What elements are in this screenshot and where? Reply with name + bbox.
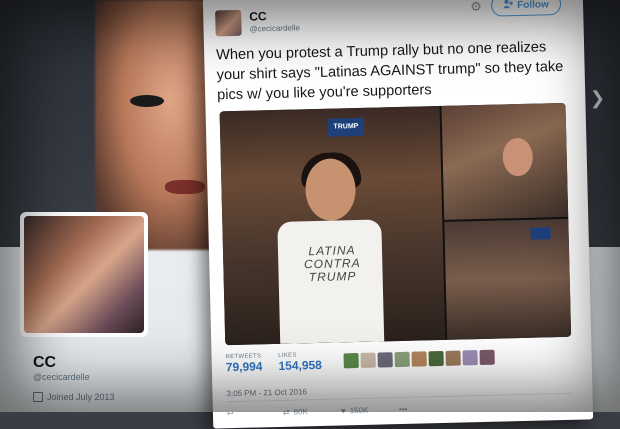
liker-avatar[interactable] xyxy=(445,350,461,366)
reply-button[interactable]: ↩ xyxy=(227,408,283,418)
tweet-photo-3[interactable] xyxy=(444,218,572,340)
liker-avatar[interactable] xyxy=(394,351,410,368)
liker-avatar[interactable] xyxy=(462,350,478,366)
tweet-avatar[interactable] xyxy=(215,9,242,37)
liker-avatar[interactable] xyxy=(411,351,427,367)
liker-avatar[interactable] xyxy=(479,349,495,366)
tweet-stats: RETWEETS 79,994 LIKES 154,958 xyxy=(225,352,322,375)
chevron-right-icon[interactable]: ❯ xyxy=(590,88,605,109)
add-user-icon xyxy=(503,0,514,11)
tweet-author-handle[interactable]: @cecicardelle xyxy=(249,23,300,33)
profile-avatar-image xyxy=(24,216,144,333)
tweet-author-name[interactable]: CC xyxy=(249,9,267,23)
photo-detail xyxy=(530,227,551,240)
calendar-icon xyxy=(33,392,43,402)
liker-avatars xyxy=(343,349,495,369)
retweet-icon: ⇄ xyxy=(282,407,290,417)
like-button[interactable]: ♥ 150K xyxy=(340,405,399,416)
follow-button[interactable]: Follow xyxy=(490,0,562,17)
reply-icon: ↩ xyxy=(226,409,234,419)
trump-sign: TRUMP xyxy=(327,117,365,137)
profile-joined: Joined July 2013 xyxy=(33,392,115,402)
more-icon: ••• xyxy=(398,404,408,415)
like-stat[interactable]: LIKES 154,958 xyxy=(278,352,322,373)
tweet-media[interactable]: TRUMP LATINA CONTRA TRUMP xyxy=(219,102,572,346)
tweet-timestamp[interactable]: 3:05 PM - 21 Oct 2016 xyxy=(226,387,307,398)
photo-detail xyxy=(502,137,534,177)
liker-avatar[interactable] xyxy=(377,352,393,368)
liker-avatar[interactable] xyxy=(428,350,444,367)
gear-icon[interactable]: ⚙ xyxy=(469,0,483,14)
like-count: 150K xyxy=(349,405,369,416)
profile-handle[interactable]: @cecicardelle xyxy=(33,372,90,382)
tweet-photo-main[interactable]: TRUMP LATINA CONTRA TRUMP xyxy=(219,105,446,346)
heart-icon: ♥ xyxy=(340,406,346,416)
profile-avatar[interactable] xyxy=(20,212,148,337)
more-button[interactable]: ••• xyxy=(399,405,408,414)
header-photo-detail xyxy=(165,180,205,194)
likes-count: 154,958 xyxy=(278,357,323,373)
shirt-text: LATINA CONTRA TRUMP xyxy=(303,243,361,285)
tweet-photo-2[interactable] xyxy=(441,102,569,220)
follow-label: Follow xyxy=(517,0,550,11)
retweets-count: 79,994 xyxy=(225,359,263,375)
header-photo-detail xyxy=(130,95,164,107)
liker-avatar[interactable] xyxy=(343,353,359,369)
joined-text: Joined July 2013 xyxy=(47,392,115,402)
retweet-stat[interactable]: RETWEETS 79,994 xyxy=(225,353,262,374)
profile-name: CC xyxy=(33,354,57,371)
photo-detail xyxy=(304,158,357,222)
liker-avatar[interactable] xyxy=(360,352,376,368)
tweet-text: When you protest a Trump rally but no on… xyxy=(215,39,564,104)
tweet-card: CC @cecicardelle ⚙ Follow When you prote… xyxy=(202,0,594,429)
